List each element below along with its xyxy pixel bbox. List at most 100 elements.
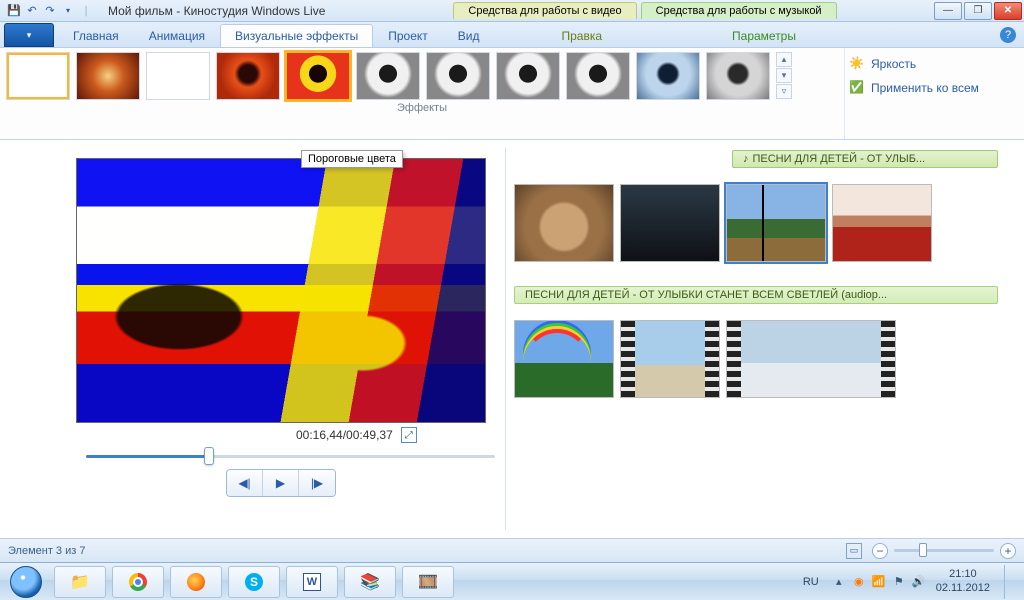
zoom-slider[interactable] (894, 549, 994, 552)
minimize-button[interactable]: — (934, 2, 962, 20)
video-track-row-1 (514, 184, 998, 262)
tab-edit[interactable]: Правка (546, 24, 617, 47)
clip-frame (635, 321, 705, 397)
music-track-text: ПЕСНИ ДЛЯ ДЕТЕЙ - ОТ УЛЫБ... (753, 153, 926, 165)
zoom-in-button[interactable]: + (1000, 543, 1016, 559)
clip-frame (811, 321, 881, 397)
context-tab-video-tools[interactable]: Средства для работы с видео (453, 2, 636, 19)
brightness-button[interactable]: ☀️ Яркость (849, 56, 1020, 72)
clip-thumb[interactable] (514, 320, 614, 398)
audio-track-label[interactable]: ПЕСНИ ДЛЯ ДЕТЕЙ - ОТ УЛЫБКИ СТАНЕТ ВСЕМ … (514, 286, 998, 304)
zoom-control: − + (872, 543, 1016, 559)
apply-all-label: Применить ко всем (871, 81, 979, 95)
seek-handle[interactable] (204, 447, 214, 465)
timeline-playhead[interactable] (762, 184, 764, 262)
redo-icon[interactable]: ↷ (42, 3, 58, 19)
tray-app-icon[interactable]: ◉ (852, 575, 866, 589)
clip-thumb[interactable] (514, 184, 614, 262)
tray-action-icon[interactable]: ⚑ (892, 575, 906, 589)
video-track-row-2 (514, 320, 998, 398)
preview-pane: Пороговые цвета 00:16,44/00:49,37 ⤢ ◀| ▶… (0, 140, 505, 538)
qat-dropdown-icon[interactable]: ▾ (60, 3, 76, 19)
clip-thumb-selected[interactable] (726, 184, 826, 262)
effects-group-label: Эффекты (6, 102, 838, 114)
input-language[interactable]: RU (800, 574, 822, 590)
gallery-scroll-down-icon[interactable]: ▾ (776, 68, 792, 83)
frame-back-button[interactable]: ◀| (227, 470, 263, 496)
clip-thumb[interactable] (620, 320, 720, 398)
taskbar-explorer[interactable]: 📁 (54, 566, 106, 598)
taskbar-winrar[interactable]: 📚 (344, 566, 396, 598)
tab-visual-effects[interactable]: Визуальные эффекты (220, 24, 373, 47)
audio-track-text: ПЕСНИ ДЛЯ ДЕТЕЙ - ОТ УЛЫБКИ СТАНЕТ ВСЕМ … (525, 289, 887, 301)
tray-date: 02.11.2012 (936, 582, 990, 595)
maximize-button[interactable]: ❐ (964, 2, 992, 20)
window-controls: — ❐ ✕ (934, 2, 1024, 20)
effect-thumb[interactable] (706, 52, 770, 100)
preview-timecode: 00:16,44/00:49,37 (296, 428, 393, 442)
tab-view[interactable]: Вид (443, 24, 495, 47)
filmstrip-icon (881, 321, 895, 397)
zoom-out-button[interactable]: − (872, 543, 888, 559)
taskbar-chrome[interactable] (112, 566, 164, 598)
tab-home[interactable]: Главная (58, 24, 134, 47)
close-button[interactable]: ✕ (994, 2, 1022, 20)
effect-thumb[interactable] (216, 52, 280, 100)
effect-thumb[interactable] (496, 52, 560, 100)
brightness-label: Яркость (871, 57, 916, 71)
help-icon[interactable]: ? (1000, 27, 1016, 43)
status-bar: Элемент 3 из 7 ▭ − + (0, 538, 1024, 562)
seek-bar[interactable] (86, 453, 495, 459)
effect-thumb[interactable] (146, 52, 210, 100)
save-icon[interactable]: 💾 (6, 3, 22, 19)
quick-access-toolbar: 💾 ↶ ↷ ▾ | (0, 3, 100, 19)
tray-volume-icon[interactable]: 🔊 (912, 575, 926, 589)
fullscreen-icon[interactable]: ⤢ (401, 427, 417, 443)
clip-thumb[interactable] (832, 184, 932, 262)
tray-clock[interactable]: 21:10 02.11.2012 (936, 568, 990, 594)
effect-thumb[interactable] (426, 52, 490, 100)
effect-thumb[interactable] (356, 52, 420, 100)
start-button[interactable] (4, 565, 48, 599)
effect-none[interactable] (6, 52, 70, 100)
gallery-expand-icon[interactable]: ▿ (776, 84, 792, 99)
undo-icon[interactable]: ↶ (24, 3, 40, 19)
thumbnail-size-icon[interactable]: ▭ (846, 543, 862, 559)
tray-time: 21:10 (936, 568, 990, 581)
tray-chevron-icon[interactable]: ▴ (832, 575, 846, 589)
clip-frame (741, 321, 811, 397)
play-button[interactable]: ▶ (263, 470, 299, 496)
clip-thumb[interactable] (726, 320, 896, 398)
taskbar-firefox[interactable] (170, 566, 222, 598)
apply-all-button[interactable]: ✅ Применить ко всем (849, 80, 1020, 96)
tab-project[interactable]: Проект (373, 24, 443, 47)
music-track-label[interactable]: ♪ ПЕСНИ ДЛЯ ДЕТЕЙ - ОТ УЛЫБ... (732, 150, 998, 168)
show-desktop-button[interactable] (1004, 565, 1014, 599)
taskbar-moviemaker[interactable]: 🎞️ (402, 566, 454, 598)
window-title: Мой фильм - Киностудия Windows Live (100, 4, 333, 18)
clip-thumb[interactable] (620, 184, 720, 262)
file-menu-button[interactable]: ▾ (4, 23, 54, 47)
context-tab-music-tools[interactable]: Средства для работы с музыкой (641, 2, 837, 19)
separator-icon: | (78, 3, 94, 19)
windows-orb-icon (10, 566, 42, 598)
tray-network-icon[interactable]: 📶 (872, 575, 886, 589)
main-area: Пороговые цвета 00:16,44/00:49,37 ⤢ ◀| ▶… (0, 140, 1024, 538)
ribbon: ▴ ▾ ▿ Эффекты ☀️ Яркость ✅ Применить ко … (0, 48, 1024, 140)
titlebar: 💾 ↶ ↷ ▾ | Мой фильм - Киностудия Windows… (0, 0, 1024, 22)
effect-thumb[interactable] (636, 52, 700, 100)
preview-time-row: 00:16,44/00:49,37 ⤢ (296, 427, 505, 443)
apply-all-icon: ✅ (849, 80, 865, 96)
tab-animation[interactable]: Анимация (134, 24, 220, 47)
zoom-handle[interactable] (919, 543, 927, 557)
taskbar-word[interactable]: W (286, 566, 338, 598)
effect-thumb[interactable] (566, 52, 630, 100)
effect-thumb[interactable] (76, 52, 140, 100)
tab-options[interactable]: Параметры (717, 24, 811, 47)
filmstrip-icon (705, 321, 719, 397)
gallery-scroll-up-icon[interactable]: ▴ (776, 52, 792, 67)
taskbar-skype[interactable]: S (228, 566, 280, 598)
frame-forward-button[interactable]: |▶ (299, 470, 335, 496)
effect-threshold-colors[interactable] (286, 52, 350, 100)
preview-video[interactable] (76, 158, 486, 423)
